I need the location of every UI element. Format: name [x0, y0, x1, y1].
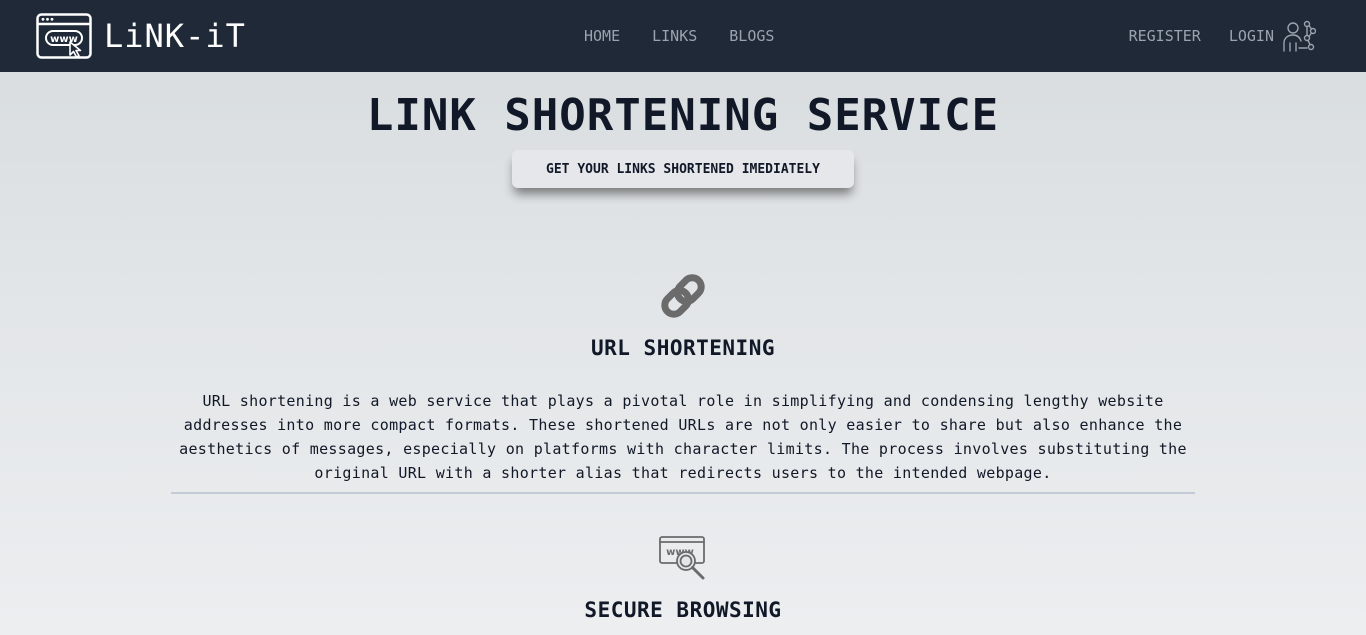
feature-title-url-shortening: URL SHORTENING: [590, 336, 775, 360]
feature-secure-browsing: www: [0, 534, 1366, 582]
navbar: www LiNK-iT HOME LINKS BLOGS REGISTER LO…: [0, 0, 1366, 72]
brand-name: LiNK-iT: [104, 17, 246, 55]
nav-blogs-link[interactable]: BLOGS: [713, 19, 790, 53]
brand-home-link[interactable]: www LiNK-iT: [36, 13, 246, 59]
section-divider: [171, 492, 1195, 494]
login-button[interactable]: LOGIN: [1229, 19, 1316, 53]
nav-links-link[interactable]: LINKS: [636, 19, 713, 53]
svg-text:www: www: [50, 34, 78, 45]
hero-title: LINK SHORTENING SERVICE: [366, 90, 1000, 141]
feature-url-shortening: [0, 270, 1366, 322]
account-nav: REGISTER LOGIN: [1129, 0, 1316, 72]
www-search-icon: www: [659, 536, 705, 580]
browser-www-icon: www: [36, 13, 92, 59]
feature-description-url-shortening: URL shortening is a web service that pla…: [179, 392, 1187, 482]
main-nav: HOME LINKS BLOGS: [568, 0, 790, 72]
user-network-icon: [1283, 20, 1316, 52]
feature-title-secure-browsing: SECURE BROWSING: [584, 598, 782, 622]
register-link[interactable]: REGISTER: [1129, 19, 1201, 53]
login-link[interactable]: LOGIN: [1229, 19, 1282, 53]
nav-home-link[interactable]: HOME: [568, 19, 636, 53]
get-links-shortened-button[interactable]: GET YOUR LINKS SHORTENED IMEDIATELY: [512, 150, 854, 188]
link-icon: [661, 274, 705, 318]
